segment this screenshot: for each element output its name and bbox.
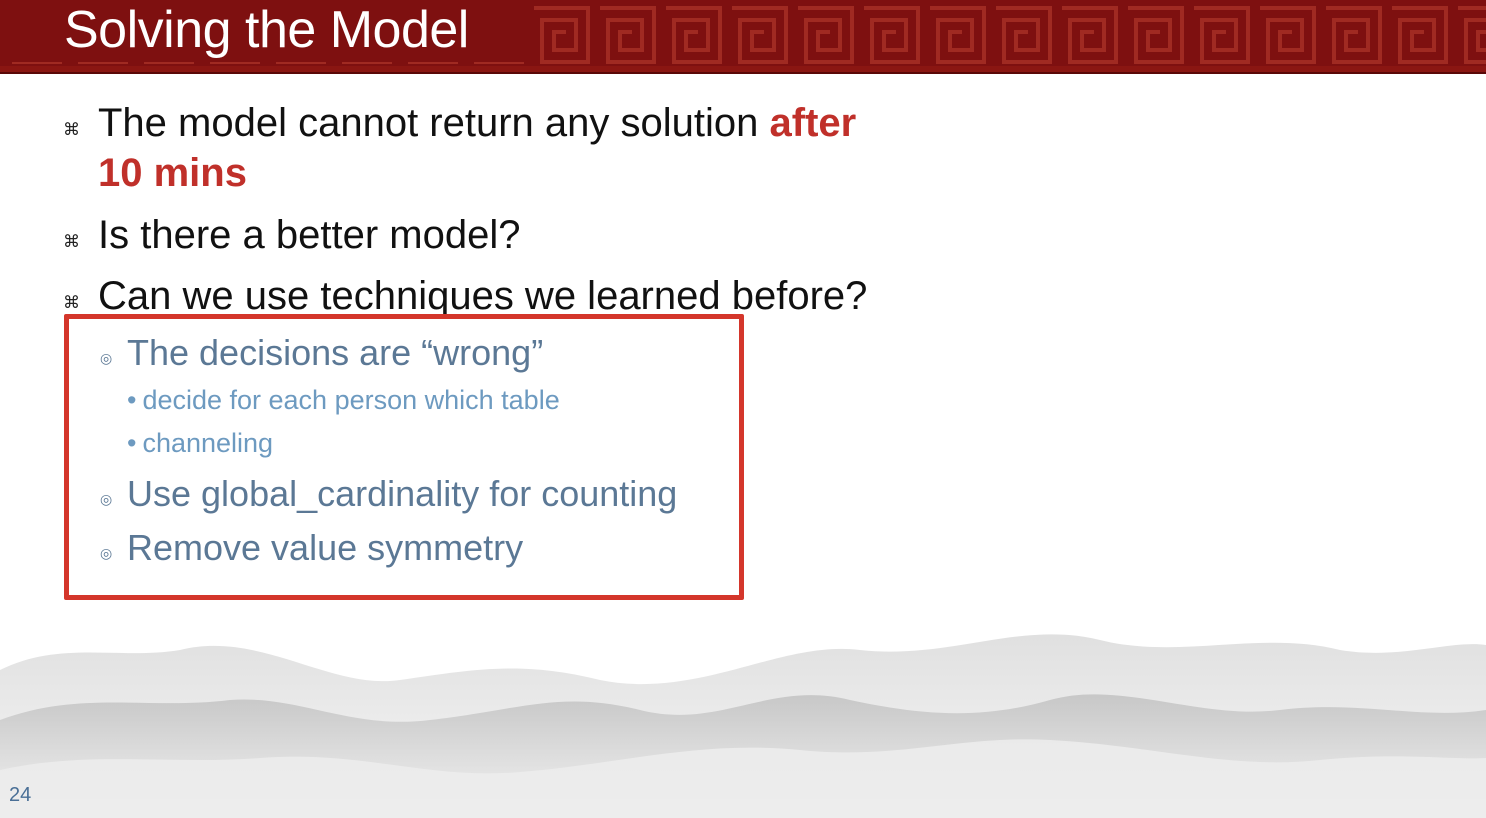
- highlight-10-mins: 10 mins: [98, 151, 247, 195]
- sub-bullet-icon: ◎: [100, 350, 113, 366]
- sub-bullet-decisions: The decisions are “wrong”: [127, 332, 544, 373]
- subsub-bullet-dot: •: [127, 385, 137, 415]
- subsub-bullet-text: decide for each person which table: [142, 385, 560, 415]
- bullet-icon: ⌘: [63, 293, 80, 312]
- subsub-bullet-decide: • decide for each person which table: [127, 382, 560, 418]
- subsub-bullet-channeling: • channeling: [127, 425, 273, 461]
- page-number: 24: [9, 784, 32, 806]
- bullet-better-model: Is there a better model?: [98, 213, 521, 257]
- bullet-icon: ⌘: [63, 232, 80, 251]
- bullet-text: The model cannot return any solution: [98, 101, 770, 145]
- sub-bullet-icon: ◎: [100, 491, 113, 507]
- sub-bullet-value-symmetry: Remove value symmetry: [127, 527, 524, 568]
- highlight-after: after: [769, 101, 857, 145]
- bullet-icon: ⌘: [63, 120, 80, 139]
- bullet-no-solution: The model cannot return any solution aft…: [98, 98, 918, 198]
- subsub-bullet-text: channeling: [142, 428, 274, 458]
- sub-bullet-icon: ◎: [100, 545, 113, 561]
- mountain-landscape-background: [0, 634, 1486, 818]
- subsub-bullet-dot: •: [127, 428, 137, 458]
- sub-bullet-global-cardinality: Use global_cardinality for counting: [127, 473, 678, 514]
